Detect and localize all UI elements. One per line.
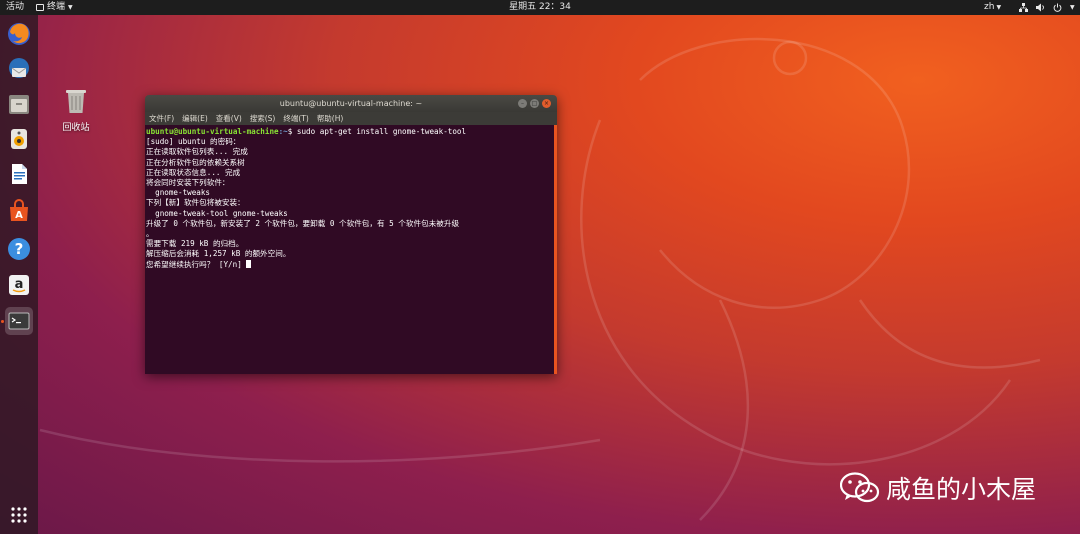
terminal-scrollbar[interactable] bbox=[554, 125, 557, 374]
clock[interactable]: 星期五 22：34 bbox=[0, 0, 1080, 15]
network-icon bbox=[1019, 3, 1028, 12]
confirm-line: 您希望继续执行吗？ [Y/n] bbox=[146, 259, 557, 270]
watermark-text: 咸鱼的小木屋 bbox=[886, 475, 1037, 504]
thunderbird-icon bbox=[9, 58, 29, 78]
thunderbird-launcher[interactable] bbox=[5, 55, 33, 83]
rhythmbox-launcher[interactable] bbox=[5, 125, 33, 153]
top-bar: 活动 终端 ▼ 星期五 22：34 zh ▼ ▼ bbox=[0, 0, 1080, 15]
watermark: 咸鱼的小木屋 bbox=[840, 470, 1036, 506]
svg-text:A: A bbox=[15, 210, 23, 221]
input-language-indicator[interactable]: zh ▼ bbox=[984, 0, 1001, 15]
menu-edit[interactable]: 编辑(E) bbox=[182, 112, 208, 125]
output-line: gnome-tweaks bbox=[146, 188, 211, 198]
terminal-menubar: 文件(F) 编辑(E) 查看(V) 搜索(S) 终端(T) 帮助(H) bbox=[145, 112, 557, 125]
output-line: 升级了 0 个软件包，新安装了 2 个软件包，要卸载 0 个软件包，有 5 个软… bbox=[146, 218, 460, 228]
help-launcher[interactable]: ? bbox=[5, 235, 33, 263]
amazon-launcher[interactable]: a bbox=[5, 271, 33, 299]
trash-label: 回收站 bbox=[62, 123, 90, 133]
output-line: 下列【新】软件包将被安装： bbox=[146, 198, 245, 208]
ubuntu-software-launcher[interactable]: A bbox=[5, 197, 33, 225]
system-tray[interactable]: ▼ bbox=[1019, 0, 1075, 15]
files-launcher[interactable] bbox=[5, 90, 33, 118]
command-text: sudo apt-get install gnome-tweak-tool bbox=[296, 127, 467, 136]
output-line: gnome-tweak-tool gnome-tweaks bbox=[146, 208, 288, 218]
trash-icon bbox=[66, 90, 86, 113]
menu-help[interactable]: 帮助(H) bbox=[317, 112, 344, 125]
menu-search[interactable]: 搜索(S) bbox=[250, 112, 276, 125]
show-applications-button[interactable] bbox=[5, 501, 33, 529]
confirm-prompt: 您希望继续执行吗？ [Y/n] bbox=[146, 259, 247, 269]
output-line: 需要下载 219 kB 的归档。 bbox=[146, 239, 244, 249]
prompt-path: :~ bbox=[278, 127, 288, 136]
menu-terminal[interactable]: 终端(T) bbox=[283, 112, 308, 125]
maximize-button[interactable]: □ bbox=[530, 99, 539, 108]
amazon-icon: a bbox=[9, 275, 29, 295]
output-line: 正在读取软件包列表... 完成 bbox=[146, 147, 248, 157]
menu-file[interactable]: 文件(F) bbox=[149, 112, 174, 125]
language-label: zh bbox=[984, 2, 995, 12]
close-button[interactable]: × bbox=[542, 99, 551, 108]
output-line: [sudo] ubuntu 的密码： bbox=[146, 137, 241, 147]
window-titlebar[interactable]: ubuntu@ubuntu-virtual-machine: ~ – □ × bbox=[145, 95, 557, 112]
ubuntu-software-icon: A bbox=[10, 199, 28, 221]
volume-icon bbox=[1036, 3, 1044, 12]
output-line: 正在分析软件包的依赖关系树 bbox=[146, 157, 245, 167]
terminal-launcher[interactable] bbox=[5, 307, 33, 335]
files-icon bbox=[9, 95, 29, 114]
output-line: 将会同时安装下列软件： bbox=[146, 178, 230, 188]
text-cursor bbox=[246, 259, 252, 268]
prompt-symbol: $ bbox=[287, 127, 297, 136]
output-line: 正在读取状态信息... 完成 bbox=[146, 167, 241, 177]
chevron-down-icon: ▼ bbox=[996, 4, 1002, 11]
output-line: 解压缩后会消耗 1,257 kB 的额外空间。 bbox=[146, 249, 291, 259]
svg-text:a: a bbox=[15, 277, 24, 292]
menu-view[interactable]: 查看(V) bbox=[216, 112, 242, 125]
terminal-icon bbox=[8, 312, 30, 330]
help-icon: ? bbox=[8, 238, 30, 260]
prompt-user: ubuntu@ubuntu-virtual-machine bbox=[146, 127, 279, 136]
window-title: ubuntu@ubuntu-virtual-machine: ~ bbox=[279, 99, 423, 108]
firefox-icon bbox=[8, 23, 30, 45]
chevron-down-icon: ▼ bbox=[1070, 4, 1075, 11]
minimize-button[interactable]: – bbox=[518, 99, 527, 108]
terminal-window[interactable]: ubuntu@ubuntu-virtual-machine: ~ – □ × 文… bbox=[145, 95, 557, 374]
writer-launcher[interactable] bbox=[5, 160, 33, 188]
terminal-output[interactable]: ubuntu@ubuntu-virtual-machine:~$ sudo ap… bbox=[145, 125, 557, 374]
running-indicator bbox=[1, 320, 4, 323]
dock: A ? a bbox=[0, 15, 38, 534]
desktop-trash[interactable]: 回收站 bbox=[58, 86, 94, 133]
rhythmbox-icon bbox=[11, 129, 27, 149]
output-line: 。 bbox=[146, 229, 154, 239]
app-grid-icon bbox=[11, 507, 27, 523]
firefox-launcher[interactable] bbox=[5, 20, 33, 48]
command-line: ubuntu@ubuntu-virtual-machine:~$ sudo ap… bbox=[146, 127, 557, 137]
power-icon bbox=[1053, 3, 1062, 12]
libreoffice-writer-icon bbox=[12, 164, 27, 184]
svg-text:?: ? bbox=[15, 240, 24, 258]
wechat-icon bbox=[840, 472, 880, 503]
